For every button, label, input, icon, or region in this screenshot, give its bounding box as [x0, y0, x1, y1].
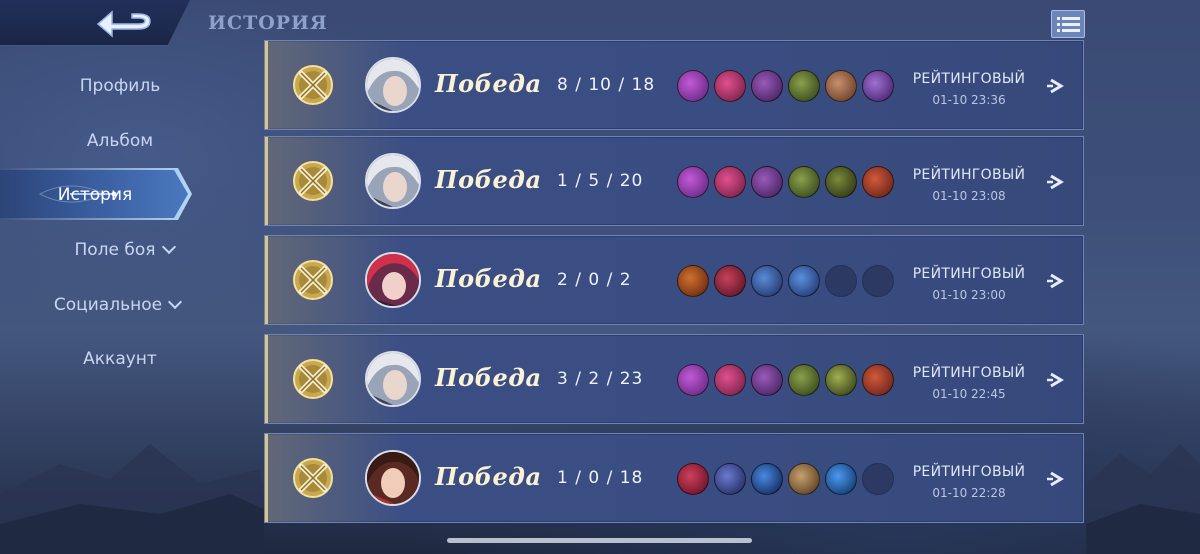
item-icon [825, 463, 857, 495]
hero-portrait-icon [367, 254, 419, 306]
match-card[interactable]: Победа 8 / 10 / 18 РЕЙТИНГОВЫЙ 01-10 23:… [264, 40, 1084, 130]
chevron-right-icon[interactable] [1047, 77, 1067, 95]
match-time: 01-10 23:00 [932, 288, 1006, 302]
hero-avatar [365, 57, 421, 113]
chevron-down-icon [161, 239, 176, 255]
victory-emblem-icon [293, 65, 333, 105]
item-icon [862, 166, 894, 198]
chevron-down-icon [168, 294, 183, 310]
item-icon [788, 463, 820, 495]
item-icon [825, 364, 857, 396]
victory-emblem-icon [293, 458, 333, 498]
hero-portrait-icon [367, 452, 419, 504]
hero-portrait-icon [367, 59, 419, 111]
back-button[interactable] [0, 0, 190, 46]
item-icon [751, 265, 783, 297]
item-icon [751, 364, 783, 396]
match-time: 01-10 22:28 [932, 486, 1006, 500]
match-kda: 1 / 0 / 18 [557, 468, 644, 488]
hero-avatar [365, 450, 421, 506]
item-icon [788, 364, 820, 396]
sidebar-item-album[interactable]: Альбом [0, 118, 240, 164]
hero-avatar [365, 252, 421, 308]
match-mode: РЕЙТИНГОВЫЙ [912, 464, 1026, 480]
victory-emblem-icon [293, 260, 333, 300]
match-kda: 1 / 5 / 20 [557, 171, 644, 191]
item-icon [677, 265, 709, 297]
hero-avatar [365, 351, 421, 407]
sidebar-item-label: Аккаунт [83, 349, 157, 369]
empty-item-slot [825, 265, 857, 297]
chevron-right-icon[interactable] [1047, 371, 1067, 389]
match-mode: РЕЙТИНГОВЫЙ [912, 167, 1026, 183]
sidebar-item-profile[interactable]: Профиль [0, 63, 240, 109]
hero-avatar [365, 153, 421, 209]
item-icon [677, 463, 709, 495]
item-icon [714, 463, 746, 495]
item-build [677, 70, 897, 102]
item-icon [677, 364, 709, 396]
match-time: 01-10 23:36 [932, 93, 1006, 107]
match-time: 01-10 23:08 [932, 189, 1006, 203]
match-kda: 3 / 2 / 23 [557, 369, 644, 389]
match-result: Победа [435, 165, 542, 194]
item-icon [788, 166, 820, 198]
hero-portrait-icon [367, 353, 419, 405]
sidebar-item-label: Социальное [53, 295, 163, 315]
item-icon [862, 70, 894, 102]
victory-emblem-icon [293, 161, 333, 201]
item-icon [788, 265, 820, 297]
sidebar-item-label: История [57, 185, 133, 205]
item-build [677, 364, 897, 396]
item-icon [677, 166, 709, 198]
item-icon [714, 265, 746, 297]
match-kda: 2 / 0 / 2 [557, 270, 632, 290]
sidebar-item-history[interactable]: История [0, 172, 215, 218]
item-icon [825, 166, 857, 198]
item-icon [825, 70, 857, 102]
item-icon [751, 463, 783, 495]
item-icon [751, 166, 783, 198]
hero-portrait-icon [367, 155, 419, 207]
sidebar-item-social[interactable]: Социальное [0, 282, 237, 328]
item-icon [714, 70, 746, 102]
chevron-right-icon[interactable] [1047, 470, 1067, 488]
sidebar-item-label: Альбом [86, 131, 154, 151]
match-result: Победа [435, 363, 542, 392]
match-card[interactable]: Победа 1 / 0 / 18 РЕЙТИНГОВЫЙ 01-10 22:2… [264, 433, 1084, 523]
item-icon [788, 70, 820, 102]
match-mode: РЕЙТИНГОВЫЙ [912, 71, 1026, 87]
item-build [677, 166, 897, 198]
item-icon [714, 166, 746, 198]
match-card[interactable]: Победа 3 / 2 / 23 РЕЙТИНГОВЫЙ 01-10 22:4… [264, 334, 1084, 424]
item-icon [714, 364, 746, 396]
match-result: Победа [435, 69, 542, 98]
sidebar-item-account[interactable]: Аккаунт [0, 336, 240, 382]
match-kda: 8 / 10 / 18 [557, 75, 656, 95]
match-mode: РЕЙТИНГОВЫЙ [912, 266, 1026, 282]
empty-item-slot [862, 265, 894, 297]
match-card[interactable]: Победа 1 / 5 / 20 РЕЙТИНГОВЫЙ 01-10 23:0… [264, 136, 1084, 226]
match-card[interactable]: Победа 2 / 0 / 2 РЕЙТИНГОВЫЙ 01-10 23:00 [264, 235, 1084, 325]
item-icon [751, 70, 783, 102]
chevron-right-icon[interactable] [1047, 272, 1067, 290]
chevron-right-icon[interactable] [1047, 173, 1067, 191]
match-mode: РЕЙТИНГОВЫЙ [912, 365, 1026, 381]
item-icon [862, 364, 894, 396]
item-build [677, 265, 897, 297]
empty-item-slot [862, 463, 894, 495]
match-result: Победа [435, 462, 542, 491]
sidebar-item-battlefield[interactable]: Поле боя [4, 227, 244, 273]
match-result: Победа [435, 264, 542, 293]
item-build [677, 463, 897, 495]
victory-emblem-icon [293, 359, 333, 399]
match-history-list[interactable]: Победа 8 / 10 / 18 РЕЙТИНГОВЫЙ 01-10 23:… [264, 0, 1086, 554]
sidebar-item-label: Поле боя [74, 240, 156, 260]
sidebar-item-label: Профиль [79, 76, 161, 96]
item-icon [677, 70, 709, 102]
home-indicator[interactable] [447, 538, 752, 543]
match-time: 01-10 22:45 [932, 387, 1006, 401]
back-arrow-icon [96, 10, 151, 38]
